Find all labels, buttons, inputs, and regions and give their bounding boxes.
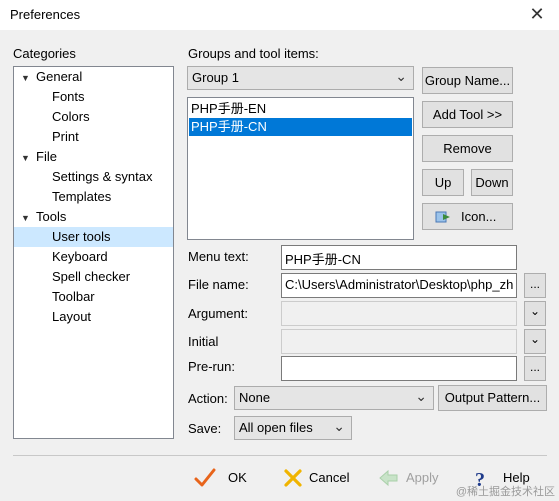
categories-label: Categories [13, 46, 76, 61]
close-icon[interactable]: ✕ [522, 2, 552, 28]
argument-dropdown-icon[interactable]: ⌄ [524, 301, 546, 326]
expander-icon[interactable]: ▼ [21, 153, 30, 163]
expander-icon[interactable]: ▼ [21, 213, 30, 223]
tree-item-general[interactable]: General [36, 67, 82, 87]
chevron-down-icon: ⌄ [415, 388, 427, 404]
apply-button[interactable]: Apply [377, 464, 447, 492]
footer-divider [13, 455, 547, 456]
file-name-value: C:\Users\Administrator\Desktop\php_zh [285, 277, 514, 292]
tree-item-user-tools-row[interactable]: User tools [14, 227, 173, 247]
argument-field[interactable] [281, 301, 517, 326]
cancel-label: Cancel [309, 470, 350, 485]
up-button[interactable]: Up [422, 169, 464, 196]
apply-label: Apply [406, 470, 439, 485]
menu-text-label: Menu text: [188, 249, 249, 264]
tree-item-file[interactable]: File [36, 147, 57, 167]
image-icon [435, 211, 450, 223]
initial-label: Initial [188, 334, 219, 349]
save-select[interactable]: All open files ⌄ [234, 416, 352, 440]
output-pattern-button[interactable]: Output Pattern... [438, 385, 547, 411]
action-select[interactable]: None ⌄ [234, 386, 434, 410]
tool-list[interactable]: PHP手册-EN PHP手册-CN [187, 97, 414, 240]
preferences-window: Preferences ✕ Categories ▼ General Fonts… [0, 0, 559, 501]
title-bar: Preferences ✕ [0, 0, 559, 30]
initial-dropdown-icon[interactable]: ⌄ [524, 329, 546, 354]
ok-button[interactable]: OK [193, 464, 263, 492]
window-title: Preferences [10, 7, 81, 22]
prerun-field[interactable] [281, 356, 517, 381]
remove-button[interactable]: Remove [422, 135, 513, 162]
prerun-label: Pre-run: [188, 359, 235, 374]
chevron-down-icon: ⌄ [333, 418, 345, 434]
tree-item-keyboard[interactable]: Keyboard [52, 247, 108, 267]
list-item[interactable]: PHP手册-EN [189, 100, 412, 118]
group-select-value: Group 1 [192, 70, 239, 85]
save-select-value: All open files [239, 420, 313, 435]
tree-item-colors[interactable]: Colors [52, 107, 90, 127]
browse-prerun-button[interactable]: ... [524, 356, 546, 381]
tree-item-user-tools[interactable]: User tools [52, 227, 111, 247]
file-name-field[interactable]: C:\Users\Administrator\Desktop\php_zh [281, 273, 517, 298]
action-label: Action: [188, 391, 228, 406]
action-select-value: None [239, 390, 271, 405]
checkmark-icon [194, 468, 216, 487]
list-item-selected[interactable]: PHP手册-CN [189, 118, 412, 136]
argument-label: Argument: [188, 306, 248, 321]
tree-item-layout[interactable]: Layout [52, 307, 91, 327]
groups-label: Groups and tool items: [188, 46, 319, 61]
tree-item-settings-syntax[interactable]: Settings & syntax [52, 167, 152, 187]
menu-text-value: PHP手册-CN [285, 252, 361, 267]
tree-item-tools[interactable]: Tools [36, 207, 66, 227]
ok-label: OK [228, 470, 247, 485]
icon-button[interactable]: Icon... [422, 203, 513, 230]
group-select[interactable]: Group 1 ⌄ [187, 66, 414, 90]
watermark: @稀土掘金技术社区 [455, 486, 555, 498]
save-label: Save: [188, 421, 222, 436]
browse-file-button[interactable]: ... [524, 273, 546, 298]
tree-item-spell-checker[interactable]: Spell checker [52, 267, 130, 287]
file-name-label: File name: [188, 277, 249, 292]
tree-item-fonts[interactable]: Fonts [52, 87, 85, 107]
add-tool-button[interactable]: Add Tool >> [422, 101, 513, 128]
cancel-button[interactable]: Cancel [282, 464, 362, 492]
categories-tree[interactable]: ▼ General Fonts Colors Print ▼ File Sett… [13, 66, 174, 439]
tree-item-templates[interactable]: Templates [52, 187, 111, 207]
cross-icon [284, 469, 302, 487]
tree-item-toolbar[interactable]: Toolbar [52, 287, 95, 307]
chevron-down-icon: ⌄ [395, 68, 407, 84]
left-arrow-icon [379, 469, 398, 487]
initial-field[interactable] [281, 329, 517, 354]
expander-icon[interactable]: ▼ [21, 73, 30, 83]
down-button[interactable]: Down [471, 169, 513, 196]
menu-text-field[interactable]: PHP手册-CN [281, 245, 517, 270]
icon-button-label: Icon... [461, 209, 497, 224]
group-name-button[interactable]: Group Name... [422, 67, 513, 94]
tree-item-print[interactable]: Print [52, 127, 79, 147]
